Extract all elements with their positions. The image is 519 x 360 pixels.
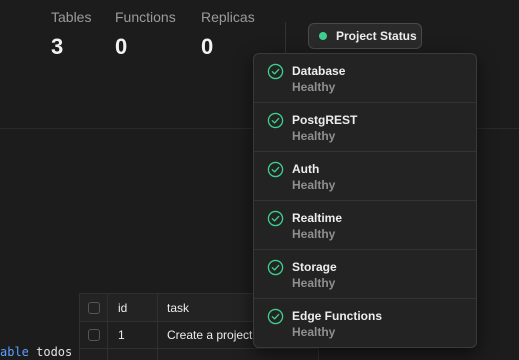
stat-label: Tables xyxy=(51,9,92,25)
service-status: Healthy xyxy=(292,227,336,241)
service-name: Storage xyxy=(292,260,337,274)
check-circle-icon xyxy=(267,161,284,178)
project-status-label: Project Status xyxy=(336,29,417,43)
stat-value: 3 xyxy=(51,34,64,59)
service-item-edge-functions[interactable]: Edge Functions Healthy xyxy=(254,299,476,348)
divider xyxy=(285,22,286,56)
service-name: PostgREST xyxy=(292,113,358,127)
column-header-id[interactable]: id xyxy=(108,294,158,321)
service-name: Database xyxy=(292,64,346,78)
service-item-database[interactable]: Database Healthy xyxy=(254,54,476,103)
check-circle-icon xyxy=(267,63,284,80)
stat-tables: Tables 3 xyxy=(51,9,91,60)
row-select-cell[interactable] xyxy=(80,349,108,360)
stat-value: 0 xyxy=(201,34,214,59)
check-circle-icon xyxy=(267,210,284,227)
service-status: Healthy xyxy=(292,325,336,339)
stat-functions: Functions 0 xyxy=(115,9,176,60)
project-status-button[interactable]: Project Status xyxy=(308,23,422,49)
status-dot-icon xyxy=(319,32,327,40)
service-status: Healthy xyxy=(292,178,336,192)
cell-id[interactable]: 1 xyxy=(108,321,158,348)
sql-keyword: able xyxy=(0,345,29,359)
table-row[interactable] xyxy=(80,349,318,360)
row-checkbox[interactable] xyxy=(87,328,100,341)
check-circle-icon xyxy=(267,259,284,276)
service-item-realtime[interactable]: Realtime Healthy xyxy=(254,201,476,250)
service-status: Healthy xyxy=(292,276,336,290)
check-circle-icon xyxy=(267,112,284,129)
service-item-auth[interactable]: Auth Healthy xyxy=(254,152,476,201)
project-status-dropdown: Database Healthy PostgREST Healthy Auth … xyxy=(253,53,477,348)
cell-task[interactable] xyxy=(158,349,320,360)
service-item-storage[interactable]: Storage Healthy xyxy=(254,250,476,299)
service-name: Auth xyxy=(292,162,320,176)
service-name: Edge Functions xyxy=(292,309,382,323)
service-status: Healthy xyxy=(292,129,336,143)
select-all-checkbox[interactable] xyxy=(87,301,100,314)
stat-label: Functions xyxy=(115,9,176,25)
sql-text: todos xyxy=(28,345,80,359)
service-item-postgrest[interactable]: PostgREST Healthy xyxy=(254,103,476,152)
service-status: Healthy xyxy=(292,80,336,94)
stat-replicas: Replicas 0 xyxy=(201,9,255,60)
service-name: Realtime xyxy=(292,211,343,225)
sql-code-line: able todos xyxy=(0,345,79,359)
check-circle-icon xyxy=(267,308,284,325)
cell-id[interactable] xyxy=(108,349,158,360)
row-select-cell[interactable] xyxy=(80,321,108,348)
stat-value: 0 xyxy=(115,34,128,59)
stat-label: Replicas xyxy=(201,9,255,25)
select-all-cell[interactable] xyxy=(80,294,108,321)
